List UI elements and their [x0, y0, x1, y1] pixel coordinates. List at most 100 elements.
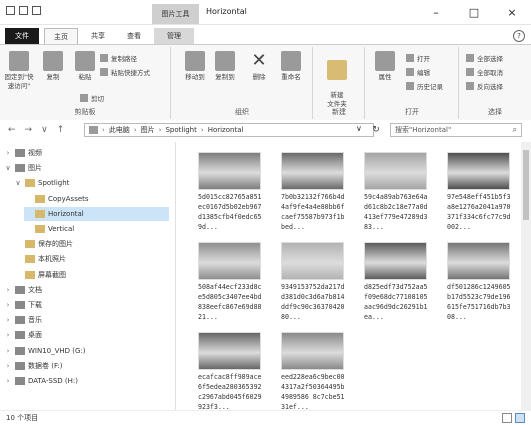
- image-thumbnail[interactable]: [281, 242, 344, 280]
- expand-chevron-icon[interactable]: ›: [4, 313, 12, 327]
- nav-item[interactable]: 屏幕截图: [14, 268, 169, 282]
- image-thumbnail[interactable]: [198, 242, 261, 280]
- file-item[interactable]: 5d015cc82765a851ec0167d5b02eb967d1385cfb…: [198, 152, 263, 232]
- details-view-icon[interactable]: [502, 413, 512, 423]
- delete-icon: ✕: [251, 50, 267, 71]
- large-icons-view-icon[interactable]: [515, 413, 525, 423]
- nav-item[interactable]: › 数据卷 (F:): [4, 359, 169, 373]
- expand-chevron-icon[interactable]: ›: [4, 298, 12, 312]
- minimize-button[interactable]: –: [417, 0, 455, 24]
- expand-chevron-icon[interactable]: ›: [4, 374, 12, 388]
- close-button[interactable]: ×: [493, 0, 531, 24]
- nav-item[interactable]: ∨ Spotlight: [14, 176, 169, 190]
- nav-item[interactable]: Vertical: [24, 222, 169, 236]
- breadcrumb-horizontal[interactable]: Horizontal: [208, 126, 244, 134]
- image-thumbnail[interactable]: [281, 332, 344, 370]
- paste-shortcut-button[interactable]: 粘贴快捷方式: [100, 67, 150, 77]
- nav-item[interactable]: › 桌面: [4, 328, 169, 342]
- scrollbar-thumb[interactable]: [523, 150, 529, 220]
- nav-item-label: 保存的图片: [38, 240, 73, 249]
- edit-button[interactable]: 编辑: [406, 67, 430, 77]
- file-item[interactable]: d825edf73d752aa5f09e68dc77108105aac96d9d…: [364, 242, 429, 322]
- refresh-icon[interactable]: ↻: [369, 123, 383, 137]
- search-input[interactable]: 搜索"Horizontal" ⌕: [390, 123, 522, 137]
- file-item[interactable]: ecafcac8ff989ace6f5edea280365392c2967abd…: [198, 332, 263, 412]
- copy-button[interactable]: 复制: [38, 51, 68, 82]
- nav-item[interactable]: › WIN10_VHD (G:): [4, 344, 169, 358]
- copy-path-button[interactable]: 复制路径: [100, 53, 137, 63]
- address-path-box[interactable]: › 此电脑 › 图片 › Spotlight › Horizontal: [84, 123, 374, 137]
- nav-item[interactable]: › DATA-SSD (H:): [4, 374, 169, 388]
- rename-button[interactable]: 重命名: [276, 51, 306, 82]
- properties-button[interactable]: 属性: [370, 51, 400, 82]
- pin-quick-access-button[interactable]: 固定到"快速访问": [2, 51, 36, 91]
- nav-item[interactable]: › 视频: [4, 146, 169, 160]
- expand-chevron-icon[interactable]: ∨: [14, 176, 22, 190]
- tab-file[interactable]: 文件: [5, 28, 39, 44]
- nav-item[interactable]: 保存的图片: [14, 237, 169, 251]
- quick-access-toolbar: [6, 6, 41, 15]
- image-thumbnail[interactable]: [198, 332, 261, 370]
- expand-chevron-icon[interactable]: ›: [4, 328, 12, 342]
- file-item[interactable]: 7b0b32132f766b4d4af9fe4a4e80bb6fcaef7558…: [281, 152, 346, 232]
- forward-arrow-icon[interactable]: →: [25, 125, 33, 135]
- cut-button[interactable]: 剪切: [80, 93, 104, 103]
- breadcrumb-spotlight[interactable]: Spotlight: [165, 126, 196, 134]
- new-folder-button[interactable]: 新建 文件夹: [322, 51, 352, 109]
- help-icon[interactable]: ?: [513, 30, 525, 42]
- nav-item[interactable]: CopyAssets: [24, 192, 169, 206]
- expand-chevron-icon[interactable]: ›: [4, 146, 12, 160]
- file-item[interactable]: eed228ea6c9bec004317a2f50364495b4989586 …: [281, 332, 346, 412]
- recent-dropdown-icon[interactable]: ∨: [41, 125, 48, 135]
- tab-view[interactable]: 查看: [118, 28, 150, 44]
- image-thumbnail[interactable]: [198, 152, 261, 190]
- breadcrumb-this-pc[interactable]: 此电脑: [109, 125, 130, 135]
- maximize-button[interactable]: □: [455, 0, 493, 24]
- tab-home[interactable]: 主页: [44, 28, 78, 45]
- folder-icon: [25, 270, 35, 279]
- file-item[interactable]: 9349153752da217dd381d0c3d6a7b814ddf9c90c…: [281, 242, 346, 322]
- folder-icon[interactable]: [32, 6, 41, 15]
- search-icon: ⌕: [512, 125, 517, 134]
- tab-manage[interactable]: 管理: [154, 28, 194, 44]
- file-item[interactable]: 97e548eff451b5f3a8e1276a2041a970371f334c…: [447, 152, 512, 232]
- nav-item[interactable]: 本机照片: [14, 252, 169, 266]
- undo-icon[interactable]: [19, 6, 28, 15]
- nav-item[interactable]: ∨ 图片: [4, 161, 169, 175]
- save-icon[interactable]: [6, 6, 15, 15]
- delete-button[interactable]: ✕ 删除: [244, 51, 274, 82]
- image-thumbnail[interactable]: [281, 152, 344, 190]
- ribbon-tabs: 文件 主页 共享 查看 管理: [0, 28, 531, 45]
- nav-item[interactable]: › 文档: [4, 283, 169, 297]
- address-dropdown-icon[interactable]: ∨: [356, 124, 362, 133]
- file-item[interactable]: df501286c1249605b17d5523c79de196615fe751…: [447, 242, 512, 322]
- paste-button[interactable]: 粘贴: [70, 51, 100, 82]
- image-thumbnail[interactable]: [447, 242, 510, 280]
- image-thumbnail[interactable]: [364, 152, 427, 190]
- open-button[interactable]: 打开: [406, 53, 430, 63]
- back-arrow-icon[interactable]: ←: [8, 125, 16, 135]
- copy-to-button[interactable]: 复制到: [210, 51, 240, 82]
- clipboard-group-label: 剪贴板: [74, 108, 96, 116]
- nav-item[interactable]: › 音乐: [4, 313, 169, 327]
- file-item[interactable]: 508af44ecf233d8ce5d805c3407ee4bd838eefc8…: [198, 242, 263, 322]
- expand-chevron-icon[interactable]: ›: [4, 359, 12, 373]
- image-thumbnail[interactable]: [364, 242, 427, 280]
- select-all-button[interactable]: 全部选择: [466, 53, 503, 63]
- image-thumbnail[interactable]: [447, 152, 510, 190]
- expand-chevron-icon[interactable]: ›: [4, 283, 12, 297]
- file-item[interactable]: 59c4a89ab763e64ad61c8b2c18e77a0d413ef779…: [364, 152, 429, 232]
- nav-item[interactable]: Horizontal: [24, 206, 169, 221]
- move-to-button[interactable]: 移动到: [180, 51, 210, 82]
- up-arrow-icon[interactable]: ↑: [57, 125, 65, 135]
- expand-chevron-icon[interactable]: ›: [4, 344, 12, 358]
- history-button[interactable]: 历史记录: [406, 81, 443, 91]
- nav-item[interactable]: › 下载: [4, 298, 169, 312]
- select-none-button[interactable]: 全部取消: [466, 67, 503, 77]
- breadcrumb-pictures[interactable]: 图片: [141, 125, 155, 135]
- scrollbar[interactable]: [521, 142, 531, 410]
- invert-selection-button[interactable]: 反向选择: [466, 81, 503, 91]
- expand-chevron-icon[interactable]: ∨: [4, 161, 12, 175]
- tab-share[interactable]: 共享: [82, 28, 114, 44]
- folder-icon: [35, 209, 45, 218]
